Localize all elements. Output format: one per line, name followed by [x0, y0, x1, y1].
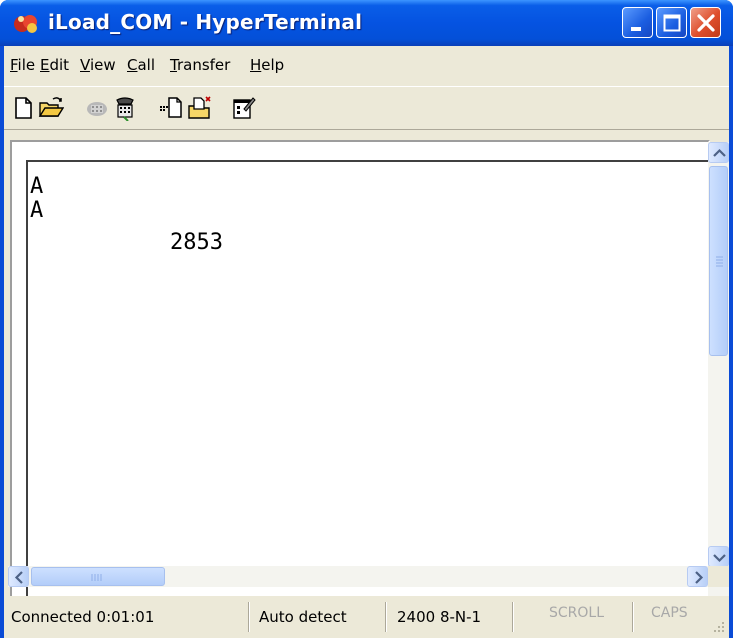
- terminal-line-1: A: [30, 174, 44, 199]
- disconnect-phone-icon[interactable]: [84, 95, 110, 121]
- scroll-up-button[interactable]: [708, 142, 729, 163]
- status-divider: [385, 602, 387, 632]
- menu-edit[interactable]: Edit: [40, 56, 69, 74]
- horizontal-scrollbar[interactable]: [8, 566, 708, 587]
- chevron-down-icon: [713, 554, 726, 563]
- status-port-settings: 2400 8-N-1: [397, 608, 482, 626]
- minimize-icon: [631, 27, 641, 31]
- vertical-scroll-thumb[interactable]: [709, 166, 728, 356]
- window-title: iLoad_COM - HyperTerminal: [48, 10, 363, 34]
- chevron-right-icon: [695, 571, 704, 584]
- menu-transfer[interactable]: Transfer: [170, 56, 230, 74]
- scrollbar-corner: [708, 566, 729, 587]
- status-divider: [512, 602, 514, 632]
- maximize-icon: [663, 14, 681, 32]
- hyperterminal-app-icon[interactable]: [12, 10, 42, 36]
- toolbar: [4, 86, 729, 130]
- new-document-icon[interactable]: [10, 95, 36, 121]
- title-bar[interactable]: iLoad_COM - HyperTerminal: [0, 0, 733, 46]
- menu-file[interactable]: File: [10, 56, 35, 74]
- status-detect: Auto detect: [259, 608, 347, 626]
- dial-phone-icon[interactable]: [112, 95, 138, 121]
- maximize-button[interactable]: [656, 7, 687, 38]
- chevron-left-icon: [14, 571, 23, 584]
- terminal-line-3: 2853: [170, 230, 223, 255]
- grip-icon: [91, 574, 102, 581]
- scroll-left-button[interactable]: [8, 566, 29, 587]
- status-caps-indicator: CAPS: [651, 605, 688, 621]
- client-area: File Edit View Call Transfer Help A A 28…: [4, 46, 729, 638]
- open-folder-icon[interactable]: [38, 95, 64, 121]
- chevron-up-icon: [713, 148, 726, 157]
- menu-help[interactable]: Help: [250, 56, 284, 74]
- horizontal-scroll-thumb[interactable]: [31, 567, 165, 586]
- scroll-down-button[interactable]: [708, 546, 729, 567]
- status-divider: [632, 602, 634, 632]
- minimize-button[interactable]: [622, 7, 653, 38]
- terminal-line-2: A: [30, 198, 44, 223]
- resize-grip-icon[interactable]: [712, 620, 726, 634]
- grip-icon: [716, 256, 723, 267]
- status-bar: Connected 0:01:01 Auto detect 2400 8-N-1…: [4, 596, 729, 638]
- menu-view[interactable]: View: [80, 56, 116, 74]
- status-divider: [248, 602, 250, 632]
- scroll-right-button[interactable]: [687, 566, 708, 587]
- send-file-icon[interactable]: [158, 95, 184, 121]
- status-connection: Connected 0:01:01: [11, 608, 155, 626]
- terminal-screen[interactable]: A A 2853: [26, 160, 708, 618]
- menu-bar: File Edit View Call Transfer Help: [4, 46, 729, 86]
- receive-file-icon[interactable]: [186, 95, 212, 121]
- properties-icon[interactable]: [230, 95, 256, 121]
- close-button[interactable]: [690, 7, 721, 38]
- hyperterminal-window: iLoad_COM - HyperTerminal File Edit View…: [0, 0, 733, 638]
- menu-call[interactable]: Call: [127, 56, 155, 74]
- close-icon: [697, 14, 715, 32]
- status-scroll-indicator: SCROLL: [549, 605, 605, 621]
- vertical-scrollbar[interactable]: [708, 142, 729, 618]
